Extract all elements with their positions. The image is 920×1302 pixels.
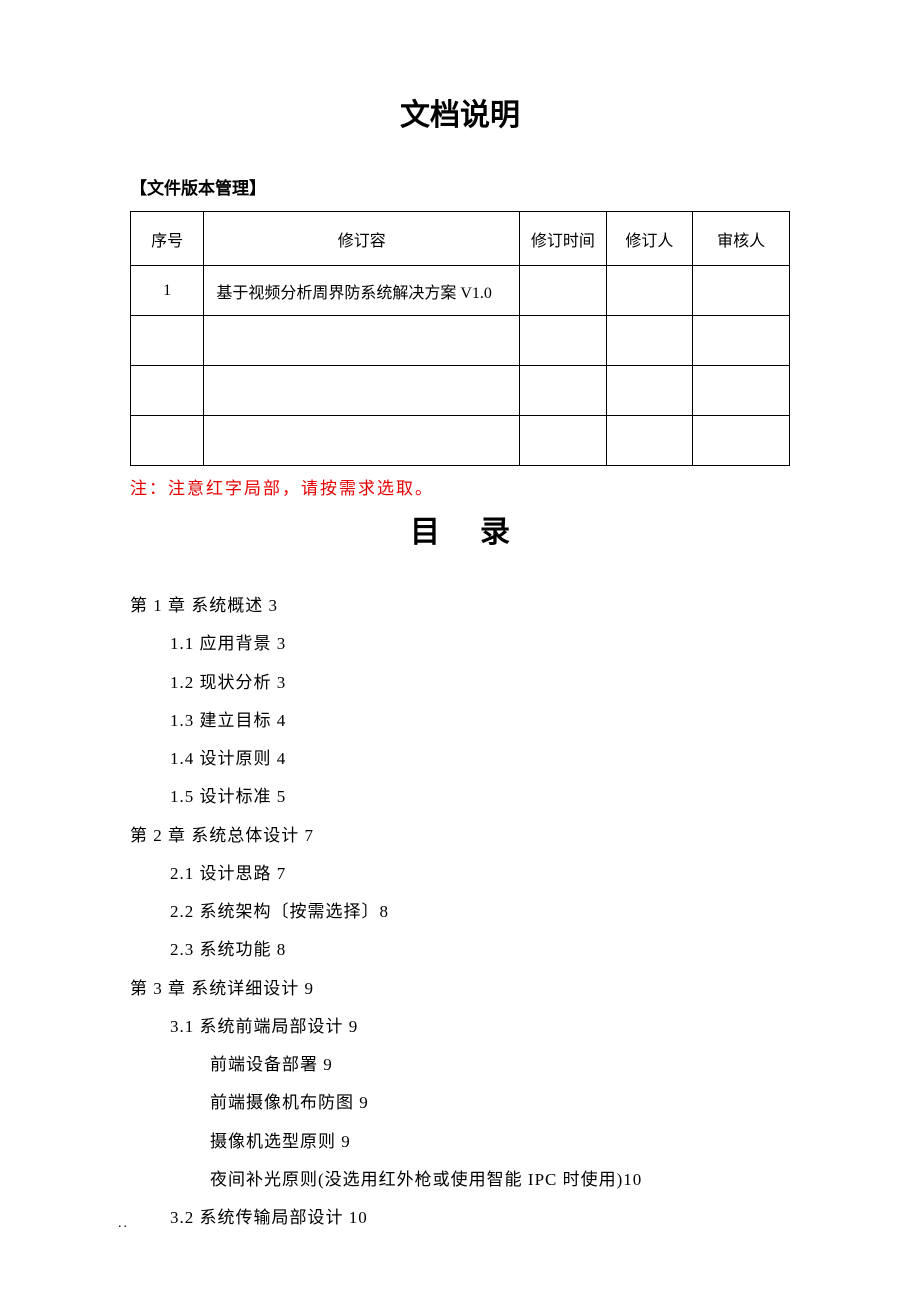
section-label: 【文件版本管理】 (130, 174, 790, 199)
footer-dots: .. (118, 1216, 129, 1232)
cell-reviewer (693, 266, 790, 316)
note-text: 注：注意红字局部，请按需求选取。 (130, 474, 790, 499)
toc-item: 2.1 设计思路 7 (130, 855, 790, 893)
toc-item: 夜间补光原则(没选用红外枪或使用智能 IPC 时使用)10 (130, 1161, 790, 1199)
toc-item: 前端摄像机布防图 9 (130, 1084, 790, 1122)
cell-seq (131, 316, 204, 366)
th-reviewer: 审核人 (693, 212, 790, 266)
toc-item: 1.4 设计原则 4 (130, 740, 790, 778)
cell-content (204, 366, 520, 416)
cell-editor (606, 366, 693, 416)
toc-item: 1.5 设计标准 5 (130, 778, 790, 816)
cell-content: 基于视频分析周界防系统解决方案 V1.0 (204, 266, 520, 316)
toc-item: 第 2 章 系统总体设计 7 (130, 817, 790, 855)
th-seq: 序号 (131, 212, 204, 266)
toc-item: 第 3 章 系统详细设计 9 (130, 970, 790, 1008)
cell-seq (131, 366, 204, 416)
cell-reviewer (693, 366, 790, 416)
toc-list: 第 1 章 系统概述 31.1 应用背景 31.2 现状分析 31.3 建立目标… (130, 587, 790, 1237)
th-time: 修订时间 (520, 212, 607, 266)
table-row: 1基于视频分析周界防系统解决方案 V1.0 (131, 266, 790, 316)
toc-item: 3.2 系统传输局部设计 10 (130, 1199, 790, 1237)
version-table: 序号 修订容 修订时间 修订人 审核人 1基于视频分析周界防系统解决方案 V1.… (130, 211, 790, 466)
toc-item: 3.1 系统前端局部设计 9 (130, 1008, 790, 1046)
cell-time (520, 316, 607, 366)
cell-time (520, 366, 607, 416)
toc-title: 目录 (130, 507, 790, 551)
cell-editor (606, 316, 693, 366)
cell-seq (131, 416, 204, 466)
toc-item: 1.2 现状分析 3 (130, 664, 790, 702)
toc-item: 1.1 应用背景 3 (130, 625, 790, 663)
toc-item: 2.2 系统架构〔按需选择〕8 (130, 893, 790, 931)
toc-item: 第 1 章 系统概述 3 (130, 587, 790, 625)
cell-editor (606, 266, 693, 316)
table-row (131, 316, 790, 366)
cell-seq: 1 (131, 266, 204, 316)
th-editor: 修订人 (606, 212, 693, 266)
cell-reviewer (693, 316, 790, 366)
cell-content (204, 416, 520, 466)
cell-editor (606, 416, 693, 466)
toc-item: 1.3 建立目标 4 (130, 702, 790, 740)
table-row (131, 416, 790, 466)
toc-item: 摄像机选型原则 9 (130, 1123, 790, 1161)
cell-time (520, 266, 607, 316)
table-row (131, 366, 790, 416)
cell-time (520, 416, 607, 466)
table-header-row: 序号 修订容 修订时间 修订人 审核人 (131, 212, 790, 266)
toc-item: 2.3 系统功能 8 (130, 931, 790, 969)
th-content: 修订容 (204, 212, 520, 266)
toc-item: 前端设备部署 9 (130, 1046, 790, 1084)
cell-reviewer (693, 416, 790, 466)
cell-content (204, 316, 520, 366)
doc-title: 文档说明 (130, 90, 790, 134)
